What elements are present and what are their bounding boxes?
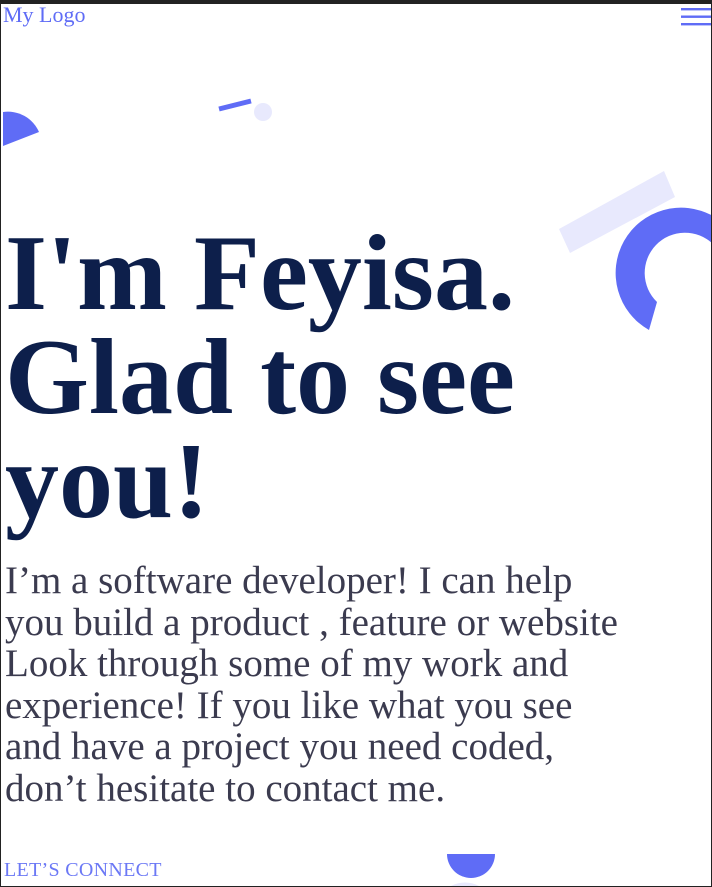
hero-title-line: you! bbox=[5, 422, 210, 541]
hamburger-menu-icon bbox=[681, 8, 711, 26]
intro-line: don’t hesitate to contact me. bbox=[5, 766, 446, 810]
decor-half-circle-bottom bbox=[447, 854, 495, 886]
hero-title-line: Glad to see bbox=[5, 318, 515, 437]
hero-title-line: I'm Feyisa. bbox=[5, 214, 515, 333]
intro-line: experience! If you like what you see bbox=[5, 683, 573, 727]
decor-dash-top bbox=[218, 98, 252, 112]
hero-title: I'm Feyisa. Glad to see you! bbox=[5, 214, 705, 541]
menu-button[interactable] bbox=[679, 5, 711, 29]
lets-connect-link[interactable]: LET’S CONNECT bbox=[4, 860, 162, 880]
intro-paragraph: I’m a software developer! I can help you… bbox=[5, 560, 711, 809]
intro-line: and have a project you need coded, bbox=[5, 725, 555, 768]
intro-line: Look through some of my work and bbox=[5, 642, 569, 685]
intro-line: I’m a software developer! I can help bbox=[5, 559, 573, 602]
decor-dot-top bbox=[254, 103, 272, 121]
intro-line: you build a product , feature or website bbox=[5, 600, 618, 644]
logo-link[interactable]: My Logo bbox=[3, 4, 86, 26]
page: My Logo I'm Feyisa. Glad to see you! I’m… bbox=[1, 4, 711, 886]
decor-half-circle-top-left bbox=[3, 111, 39, 146]
